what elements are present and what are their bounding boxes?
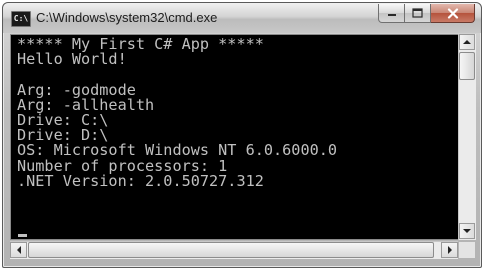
arrow-right-icon: [447, 246, 452, 254]
arrow-down-icon: [463, 229, 471, 233]
scroll-down-button[interactable]: [459, 223, 475, 239]
scroll-right-button[interactable]: [441, 242, 458, 258]
title-bar[interactable]: C:\ C:\Windows\system32\cmd.exe: [3, 3, 481, 33]
horizontal-scroll-thumb[interactable]: [28, 242, 434, 258]
console-line: Hello World!: [17, 50, 127, 69]
console-text: ***** My First C# App ***** Hello World! A…: [17, 36, 337, 190]
close-icon: [447, 7, 458, 19]
minimize-icon: [387, 14, 396, 16]
cmd-icon[interactable]: C:\: [11, 11, 31, 27]
maximize-icon: [412, 8, 423, 18]
size-grip[interactable]: [459, 242, 475, 258]
console-line: .NET Version: 2.0.50727.312: [17, 171, 264, 190]
scroll-left-button[interactable]: [10, 242, 27, 258]
scroll-up-button[interactable]: [459, 34, 475, 50]
minimize-button[interactable]: [378, 4, 405, 23]
window-title: C:\Windows\system32\cmd.exe: [36, 10, 218, 25]
vertical-scroll-thumb[interactable]: [459, 52, 475, 80]
close-button[interactable]: [431, 4, 475, 23]
caption-buttons: [378, 4, 475, 23]
arrow-up-icon: [463, 40, 471, 44]
horizontal-scrollbar[interactable]: [10, 241, 458, 259]
arrow-left-icon: [16, 246, 21, 254]
cmd-window: C:\ C:\Windows\system32\cmd.exe ***** My…: [2, 2, 482, 268]
text-cursor: [18, 234, 27, 237]
vertical-scrollbar[interactable]: [458, 34, 476, 240]
console-output[interactable]: ***** My First C# App ***** Hello World! A…: [10, 34, 459, 240]
maximize-button[interactable]: [405, 4, 431, 23]
